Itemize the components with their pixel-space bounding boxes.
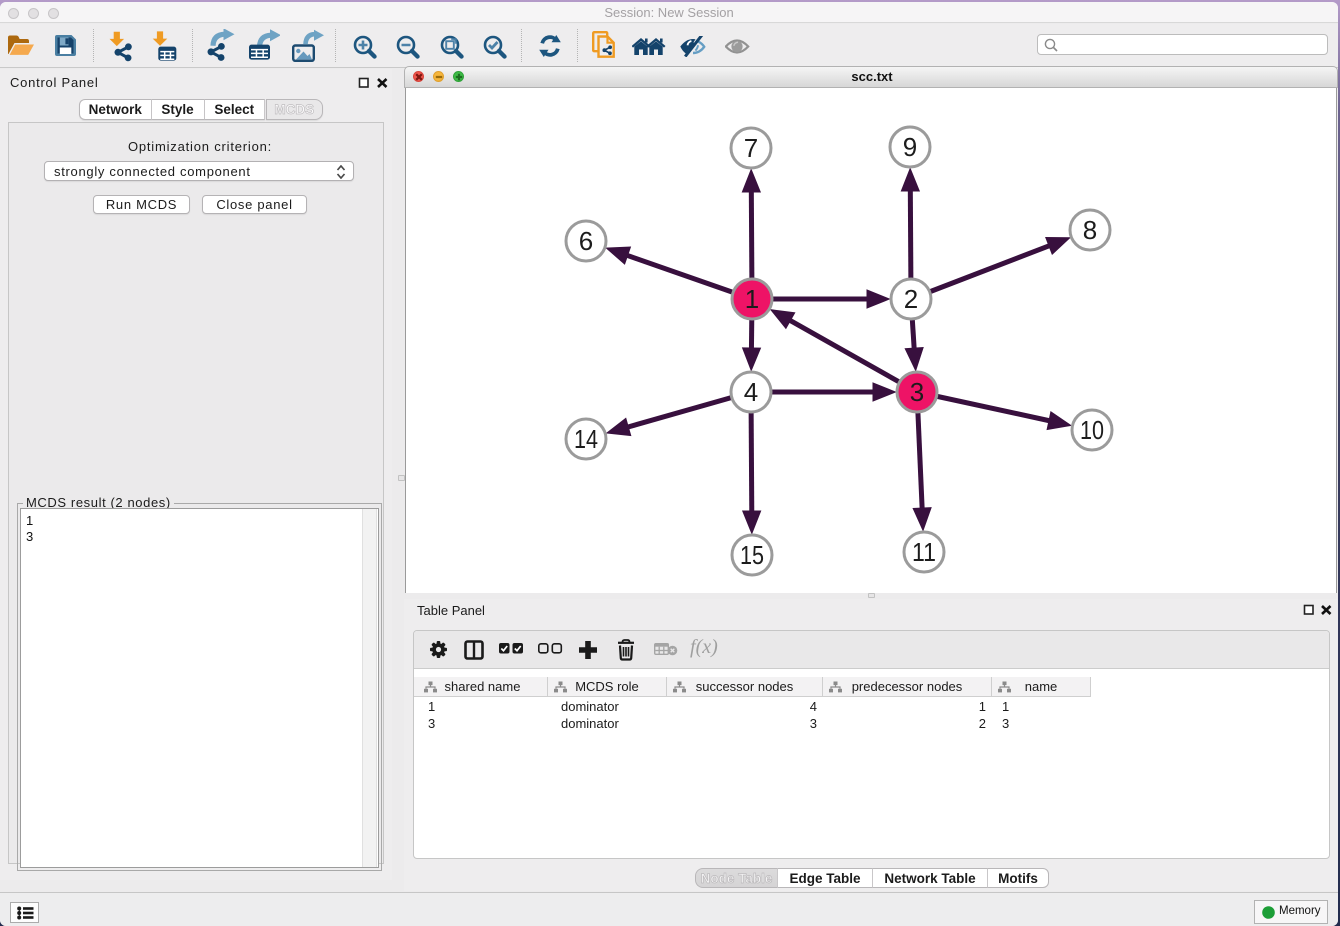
svg-text:14: 14: [574, 424, 598, 454]
svg-text:9: 9: [903, 132, 917, 162]
svg-text:10: 10: [1080, 415, 1104, 445]
svg-text:3: 3: [910, 377, 924, 407]
svg-text:6: 6: [579, 226, 593, 256]
svg-text:15: 15: [740, 540, 764, 570]
svg-text:11: 11: [912, 537, 936, 567]
svg-text:8: 8: [1083, 215, 1097, 245]
svg-text:2: 2: [904, 284, 918, 314]
svg-text:7: 7: [744, 133, 758, 163]
svg-text:1: 1: [745, 284, 759, 314]
svg-text:4: 4: [744, 377, 758, 407]
